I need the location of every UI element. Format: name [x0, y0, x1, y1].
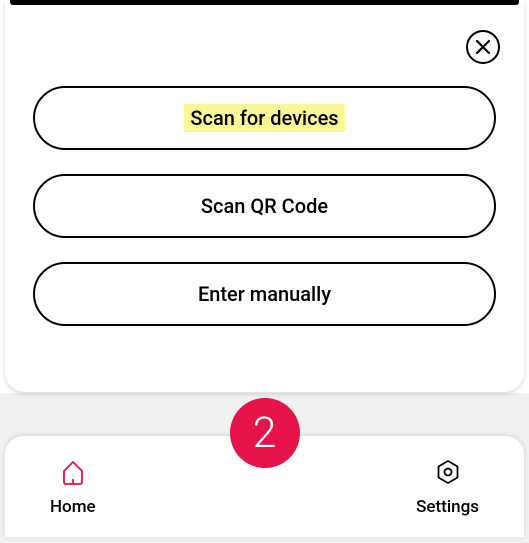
close-icon	[476, 40, 490, 54]
home-icon	[58, 457, 88, 491]
options-list: Scan for devices Scan QR Code Enter manu…	[5, 0, 524, 326]
gear-icon	[433, 457, 463, 491]
nav-label: Home	[50, 497, 96, 517]
close-button[interactable]	[466, 30, 500, 64]
nav-home[interactable]: Home	[50, 457, 96, 517]
enter-manually-button[interactable]: Enter manually	[33, 262, 496, 326]
option-label: Enter manually	[198, 282, 331, 306]
notification-badge[interactable]: 2	[230, 398, 300, 468]
device-notch	[10, 0, 519, 5]
nav-settings[interactable]: Settings	[416, 457, 479, 517]
badge-count: 2	[253, 408, 277, 458]
add-device-modal: Scan for devices Scan QR Code Enter manu…	[5, 0, 524, 392]
scan-devices-button[interactable]: Scan for devices	[33, 86, 496, 150]
scan-qr-button[interactable]: Scan QR Code	[33, 174, 496, 238]
nav-label: Settings	[416, 497, 479, 517]
option-label: Scan for devices	[184, 104, 344, 132]
option-label: Scan QR Code	[201, 194, 328, 218]
